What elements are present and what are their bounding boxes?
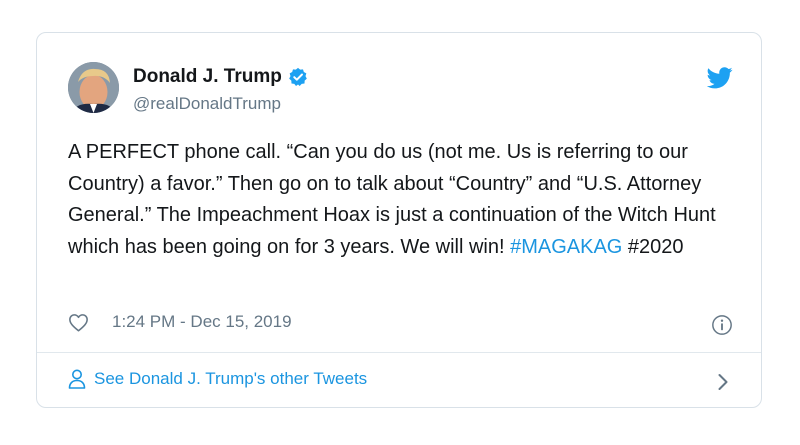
verified-badge-icon	[288, 67, 308, 87]
other-tweets-link[interactable]: See Donald J. Trump's other Tweets	[68, 369, 367, 389]
card-divider	[37, 352, 761, 353]
info-icon[interactable]	[711, 314, 733, 336]
heart-icon[interactable]	[68, 313, 89, 332]
other-tweets-label[interactable]: See Donald J. Trump's other Tweets	[94, 369, 367, 389]
author-handle[interactable]: @realDonaldTrump	[133, 94, 281, 114]
twitter-bird-icon[interactable]	[706, 67, 733, 89]
tweet-timestamp[interactable]: 1:24 PM - Dec 15, 2019	[112, 312, 292, 332]
chevron-right-icon[interactable]	[717, 373, 729, 391]
person-icon	[68, 369, 86, 389]
hashtag-link[interactable]: #MAGAKAG	[510, 236, 622, 258]
author-name-row[interactable]: Donald J. Trump	[133, 66, 308, 88]
author-display-name[interactable]: Donald J. Trump	[133, 66, 282, 88]
tweet-card: Donald J. Trump @realDonaldTrump A PERFE…	[36, 32, 762, 408]
tweet-meta-row: 1:24 PM - Dec 15, 2019	[68, 312, 292, 332]
tweet-text: A PERFECT phone call. “Can you do us (no…	[68, 137, 738, 263]
hashtag-text: #2020	[627, 235, 684, 258]
avatar-image	[68, 62, 119, 113]
avatar[interactable]	[68, 62, 119, 113]
